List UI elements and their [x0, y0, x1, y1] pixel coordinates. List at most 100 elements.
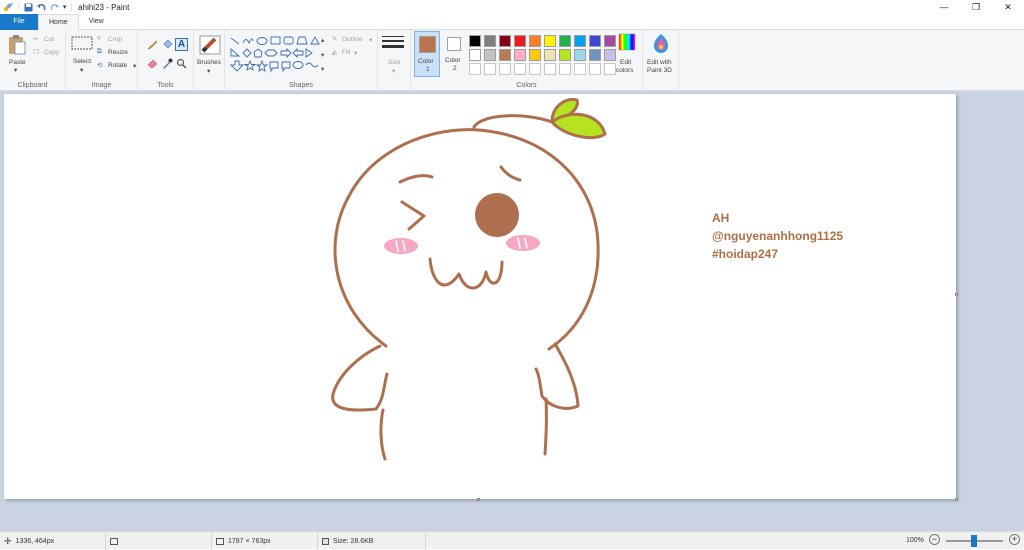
palette-color-swatch[interactable]: [589, 35, 601, 47]
palette-color-swatch[interactable]: [484, 35, 496, 47]
shapes-gallery[interactable]: [229, 35, 327, 75]
resize-handle-right[interactable]: [955, 293, 958, 296]
close-button[interactable]: ✕: [992, 0, 1024, 14]
palette-color-swatch[interactable]: [514, 35, 526, 47]
zoom-in-button[interactable]: +: [1009, 534, 1020, 545]
copy-label: Copy: [44, 49, 60, 56]
palette-color-swatch[interactable]: [559, 49, 571, 61]
eyebrow-right: [499, 165, 522, 182]
brushes-group: Brushes ▾: [194, 30, 225, 91]
shapes-scroll-icon[interactable]: ▴: [321, 36, 324, 44]
palette-color-swatch[interactable]: [559, 63, 571, 75]
tab-view[interactable]: View: [79, 14, 114, 30]
palette-color-swatch[interactable]: [514, 63, 526, 75]
clipboard-group-label: Clipboard: [17, 82, 48, 89]
left-arm: [331, 344, 389, 412]
drawing-canvas[interactable]: AH @nguyenanhhong1125 #hoidap247: [4, 94, 956, 499]
cursor-position-text: 1336, 464px: [15, 537, 55, 545]
canvas-size-text: 1787 × 763px: [228, 537, 271, 545]
palette-color-swatch[interactable]: [469, 49, 481, 61]
canvas-workspace[interactable]: AH @nguyenanhhong1125 #hoidap247: [0, 91, 1024, 531]
file-size: Size: 28.6KB: [318, 532, 426, 550]
fill-label: Fill: [342, 49, 351, 56]
palette-color-swatch[interactable]: [574, 35, 586, 47]
wink-eye-lower: [400, 200, 426, 231]
color2-button[interactable]: Color 2: [442, 31, 468, 77]
minimize-button[interactable]: —: [928, 0, 960, 14]
head-outline: [333, 128, 600, 351]
resize-handle-corner[interactable]: [955, 498, 958, 501]
palette-color-swatch[interactable]: [484, 49, 496, 61]
fill-bucket-icon[interactable]: [162, 39, 173, 50]
palette-color-swatch[interactable]: [574, 63, 586, 75]
brushes-button[interactable]: Brushes ▾: [197, 35, 222, 77]
size-button[interactable]: Size ▾: [381, 35, 408, 77]
select-button[interactable]: Select ▾: [71, 36, 95, 76]
file-size-text: Size: 28.6KB: [333, 537, 374, 545]
save-icon[interactable]: [24, 3, 33, 12]
quick-access-dropdown-icon[interactable]: ▾: [63, 3, 67, 11]
palette-color-swatch[interactable]: [544, 63, 556, 75]
palette-color-swatch[interactable]: [499, 63, 511, 75]
palette-color-swatch[interactable]: [514, 49, 526, 61]
undo-icon[interactable]: [36, 3, 46, 12]
palette-color-swatch[interactable]: [484, 63, 496, 75]
canvas-text-hashtag: #hoidap247: [712, 247, 779, 261]
tools-group-label: Tools: [157, 82, 174, 89]
color1-button[interactable]: Color 1: [414, 31, 440, 77]
palette-color-swatch[interactable]: [469, 63, 481, 75]
left-leg: [379, 408, 387, 461]
crop-label: Crop: [108, 36, 123, 43]
tab-file[interactable]: File: [0, 14, 38, 30]
magnifier-icon[interactable]: [176, 58, 187, 69]
brush-icon: [199, 35, 221, 55]
crosshair-icon: ✛: [4, 535, 12, 546]
palette-color-swatch[interactable]: [469, 35, 481, 47]
eraser-icon[interactable]: [147, 58, 158, 69]
palette-color-swatch[interactable]: [589, 63, 601, 75]
drawing-illustration: [331, 97, 607, 461]
text-tool-icon[interactable]: A: [175, 38, 188, 51]
zoom-slider[interactable]: [946, 535, 1003, 547]
rotate-label: Rotate: [108, 62, 128, 69]
resize-handle-bottom[interactable]: [477, 498, 480, 501]
zoom-slider-thumb[interactable]: [971, 535, 977, 547]
paint3d-label-2: Paint 3D: [647, 67, 672, 74]
paste-label: Paste: [9, 59, 26, 66]
resize-label: Resize: [108, 49, 128, 56]
fill-icon: ◭: [332, 49, 337, 56]
shapes-group-label: Shapes: [289, 82, 313, 89]
palette-color-swatch[interactable]: [499, 49, 511, 61]
zoom-out-button[interactable]: −: [929, 534, 940, 545]
disk-icon: [322, 537, 329, 545]
blush-left: [384, 238, 418, 254]
maximize-button[interactable]: ❐: [960, 0, 992, 14]
palette-color-swatch[interactable]: [544, 35, 556, 47]
tab-home[interactable]: Home: [38, 14, 79, 31]
outline-label: Outline: [342, 36, 363, 43]
palette-color-swatch[interactable]: [589, 49, 601, 61]
color-picker-icon[interactable]: [162, 58, 173, 69]
paint3d-label-1: Edit with: [647, 59, 672, 66]
cursor-position: ✛ 1336, 464px: [0, 532, 106, 550]
shapes-group: ▴ ▾ ▾ ✎ Outline ▾ ◭ Fill ▾ Shapes: [225, 30, 378, 91]
palette-color-swatch[interactable]: [559, 35, 571, 47]
pencil-icon[interactable]: [147, 39, 158, 50]
edit-with-paint3d-button[interactable]: Edit with Paint 3D: [645, 33, 677, 79]
tools-group: A Tools: [138, 30, 194, 91]
edit-colors-label-1: Edit: [620, 59, 632, 66]
palette-color-swatch[interactable]: [529, 35, 541, 47]
paste-button[interactable]: Paste ▾: [6, 34, 28, 74]
palette-color-swatch[interactable]: [529, 63, 541, 75]
redo-icon[interactable]: [50, 3, 59, 12]
palette-color-swatch[interactable]: [574, 49, 586, 61]
clipboard-group: Paste ▾ ✂ Cut ❐ Copy Clipboard: [0, 30, 66, 91]
window-title: ahihi23 - Paint: [78, 2, 130, 12]
palette-color-swatch[interactable]: [499, 35, 511, 47]
line-size-icon: [382, 36, 404, 48]
canvas-size-icon: [216, 537, 224, 545]
palette-color-swatch[interactable]: [529, 49, 541, 61]
edit-colors-button[interactable]: Edit colors: [614, 33, 640, 77]
palette-color-swatch[interactable]: [544, 49, 556, 61]
title-bar: | ▾ | ahihi23 - Paint — ❐ ✕: [0, 0, 1024, 14]
